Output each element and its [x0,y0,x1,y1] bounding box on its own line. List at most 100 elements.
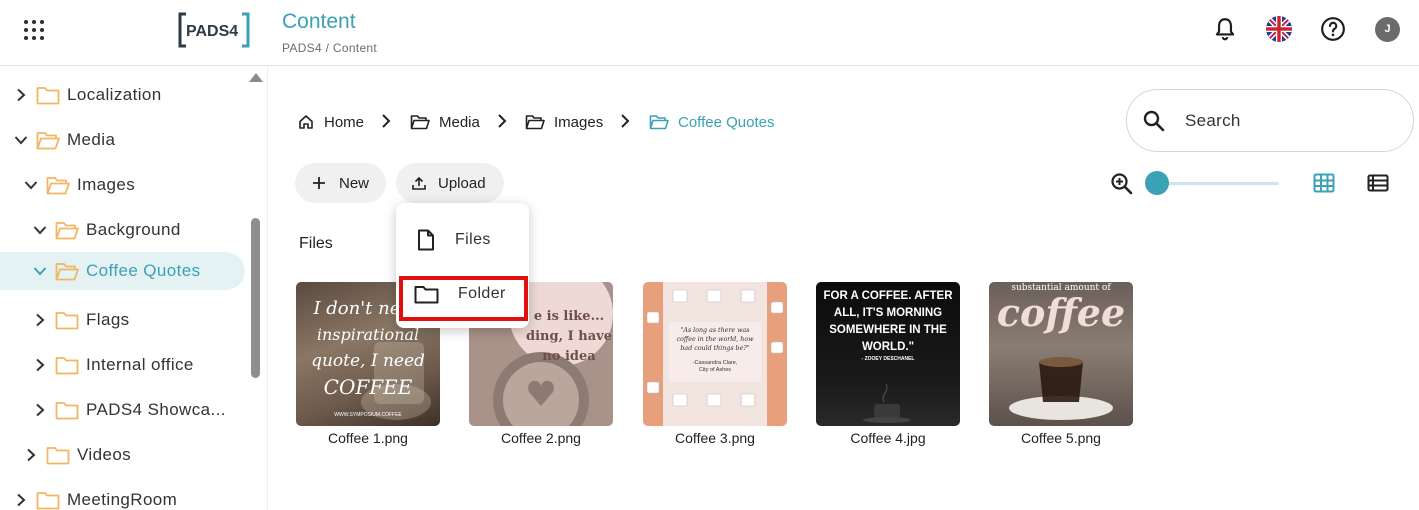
zoom-slider-track[interactable] [1154,182,1279,185]
folder-open-icon [46,177,70,195]
svg-text:PADS4: PADS4 [186,23,238,40]
upload-icon [412,176,426,190]
tree-item-label: Internal office [86,355,194,374]
folder-open-icon [649,115,669,130]
header-breadcrumb-separator: / [325,41,330,55]
breadcrumb-images[interactable]: Images [525,110,603,134]
thumb-text: coffee [997,290,1125,335]
thumb-text: "As long as there was [681,327,751,334]
tree-item-background[interactable]: Background [33,211,181,249]
tree-item-label: Flags [86,310,130,329]
thumb-text: - ZOOEY DESCHANEL [862,356,915,362]
coffee-quote-image: substantial amount of coffee [997,283,1125,420]
breadcrumb-label: Images [554,113,604,131]
tree-item-label: Media [67,130,116,149]
chevron-down-icon[interactable] [33,264,47,278]
folder-icon [55,312,79,330]
tree-item-pads4-showcase[interactable]: PADS4 Showca... [33,391,226,429]
tree-item-videos[interactable]: Videos [24,436,131,474]
chevron-right-icon[interactable] [14,493,28,507]
breadcrumb-current: Coffee Quotes [649,110,774,134]
folder-open-icon [55,222,79,240]
coffee-quote-image: FOR A COFFEE. AFTER ALL, IT'S MORNING SO… [823,290,953,423]
thumb-text: no idea [542,349,596,364]
search-icon [1143,110,1165,132]
chevron-right-icon [621,114,630,128]
tree-item-internal-office[interactable]: Internal office [33,346,194,384]
tree-item-flags[interactable]: Flags [33,301,130,339]
breadcrumb-label: Coffee Quotes [678,113,775,131]
file-thumbnail-coffee-5[interactable]: substantial amount of coffee [989,282,1133,426]
thumb-text: SOMEWHERE IN THE [829,324,947,336]
upload-button[interactable]: Upload [396,163,504,203]
user-avatar[interactable]: J [1375,17,1400,42]
uk-flag-icon[interactable] [1266,16,1292,42]
notification-bell-icon[interactable] [1212,16,1238,42]
thumb-text: WWW.SYMPOSIUM.COFFEE [334,412,402,418]
zoom-slider-handle[interactable] [1145,171,1169,195]
tree-item-meetingroom[interactable]: MeetingRoom [14,481,177,510]
breadcrumb-home[interactable]: Home [298,110,364,134]
scroll-up-arrow-icon[interactable] [249,73,263,82]
search-label: Search [1185,111,1241,130]
tree-item-media[interactable]: Media [14,121,115,159]
chevron-down-icon[interactable] [14,133,28,147]
chevron-right-icon[interactable] [33,358,47,372]
breadcrumb-media[interactable]: Media [410,110,480,134]
pads4-logo[interactable]: PADS4 [178,12,250,48]
chevron-right-icon [382,114,391,128]
folder-icon [36,87,60,105]
thumb-text: coffee in the world, how [676,336,754,343]
help-icon[interactable] [1320,16,1346,42]
folder-icon [55,357,79,375]
file-thumbnail-coffee-4[interactable]: FOR A COFFEE. AFTER ALL, IT'S MORNING SO… [816,282,960,426]
tree-item-images[interactable]: Images [24,166,135,204]
grid-view-icon[interactable] [1313,173,1335,193]
chevron-down-icon[interactable] [33,223,47,237]
plus-icon [313,177,325,189]
list-view-icon[interactable] [1367,174,1389,192]
breadcrumb-label: Media [439,113,480,131]
tree-item-localization[interactable]: Localization [14,76,162,114]
chevron-right-icon[interactable] [24,448,38,462]
tree-item-label: Localization [67,85,162,104]
folder-icon [55,402,79,420]
tree-item-label: Videos [77,445,132,464]
sidebar-scrollbar-thumb[interactable] [251,218,260,378]
folder-open-icon [410,115,430,130]
chevron-right-icon[interactable] [33,403,47,417]
folder-open-icon [525,115,545,130]
header-breadcrumb-current: Content [332,41,378,55]
chevron-right-icon [498,114,507,128]
zoom-in-icon[interactable] [1110,172,1134,196]
tree-item-label: PADS4 Showca... [86,400,226,419]
thumb-text: -Cassandra Clare, [693,360,738,366]
header-breadcrumb: PADS4 / Content [282,41,377,55]
folder-tree-sidebar: Localization Media Images Background Cof… [0,66,268,510]
thumb-text: FOR A COFFEE. AFTER [823,290,953,302]
thumb-text: ALL, IT'S MORNING [834,307,942,319]
file-icon [418,229,434,251]
file-name-label: Coffee 2.png [501,430,581,446]
thumb-text: e is like... [534,309,604,324]
chevron-down-icon[interactable] [24,178,38,192]
home-icon [299,115,313,129]
file-thumbnail-coffee-3[interactable]: "As long as there was coffee in the worl… [643,282,787,426]
menu-item-label: Files [455,231,491,248]
new-button[interactable]: New [295,163,386,203]
header-breadcrumb-root[interactable]: PADS4 [282,41,322,55]
chevron-right-icon[interactable] [14,88,28,102]
upload-files-menu-item[interactable]: Files [396,216,529,264]
thumb-text: WORLD." [862,341,914,353]
search-input[interactable]: Search [1126,89,1414,152]
page-title: Content [282,10,356,33]
file-name-label: Coffee 5.png [1021,430,1101,446]
tree-item-label: Coffee Quotes [86,261,201,280]
thumb-text: City of Ashes [699,367,731,373]
chevron-right-icon[interactable] [33,313,47,327]
folder-open-icon [55,263,79,281]
file-name-label: Coffee 3.png [675,430,755,446]
tree-item-coffee-quotes[interactable]: Coffee Quotes [0,252,245,290]
tree-item-label: Images [77,175,136,194]
apps-grid-icon[interactable] [24,20,44,40]
